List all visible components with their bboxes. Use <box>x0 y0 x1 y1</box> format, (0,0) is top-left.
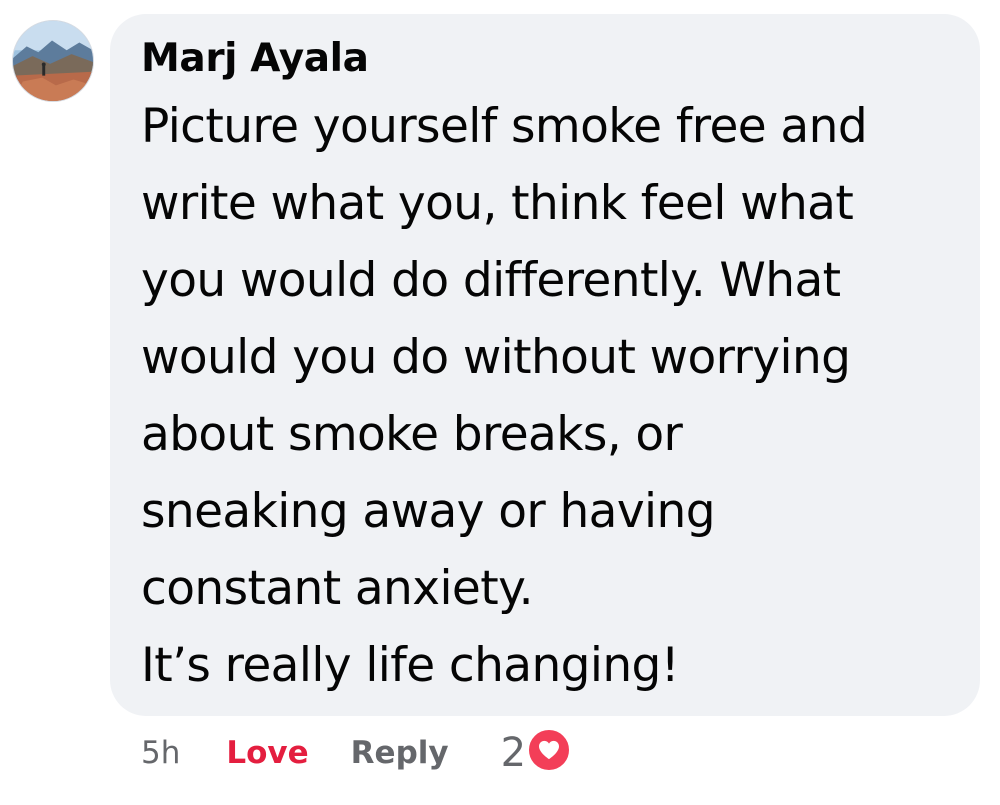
comment-actions: 5h Love Reply 2 <box>141 726 573 780</box>
comment-bubble: Marj Ayala Picture yourself smoke free a… <box>110 14 980 716</box>
comment-text-line: about smoke breaks, or <box>141 407 683 462</box>
comment-text-line: sneaking away or having <box>141 484 716 539</box>
comment-timestamp[interactable]: 5h <box>141 735 180 771</box>
comment-text-line: Picture yourself smoke free and <box>141 99 868 154</box>
avatar-photo <box>13 21 93 101</box>
heart-icon[interactable] <box>526 727 573 773</box>
heart-icon-glyph <box>539 740 560 760</box>
comment-text: Picture yourself smoke free and write wh… <box>141 88 950 704</box>
comment-text-line: constant anxiety. <box>141 561 534 616</box>
love-reaction-button[interactable]: Love <box>226 735 308 771</box>
avatar[interactable] <box>12 20 94 102</box>
comment-text-line: you would do differently. What <box>141 253 841 308</box>
comment-text-line: would you do without worrying <box>141 330 851 385</box>
comment-text-line: write what you, think feel what <box>141 176 854 231</box>
comment-author[interactable]: Marj Ayala <box>141 34 950 84</box>
reply-button[interactable]: Reply <box>351 735 449 771</box>
reaction-count[interactable]: 2 <box>501 730 526 776</box>
comment-text-line: It’s really life changing! <box>141 638 680 693</box>
